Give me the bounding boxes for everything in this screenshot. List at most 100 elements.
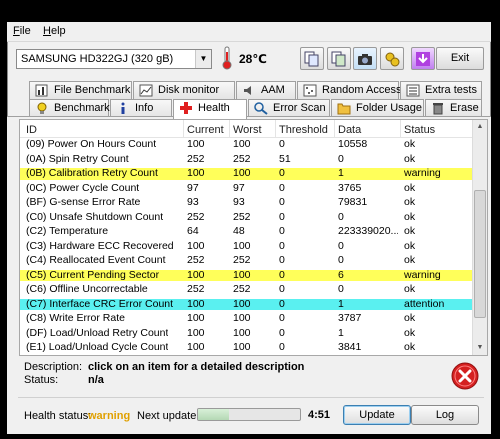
tab-benchmark[interactable]: Benchmark [29,99,110,117]
health-status-value: warning [88,410,131,422]
cell-worst: 100 [233,342,251,353]
cell-status: ok [404,313,416,324]
cell-status: ok [404,153,416,165]
cell-id: (0B) Calibration Retry Count [26,168,158,179]
table-row[interactable]: (C0) Unsafe Shutdown Count 252 252 0 0 ok [20,212,473,224]
scroll-down-icon[interactable]: ▼ [473,341,487,355]
screenshot-button[interactable] [353,47,377,70]
cell-current: 100 [187,139,205,150]
copy-all-button[interactable] [327,47,351,70]
menu-file[interactable]: File [13,25,31,37]
cell-threshold: 0 [279,269,285,281]
update-button[interactable]: Update [343,405,411,425]
cell-threshold: 0 [279,342,285,353]
cell-status: ok [404,182,416,194]
cell-current: 252 [187,255,205,266]
cell-current: 93 [187,197,199,208]
cell-worst: 252 [233,153,251,165]
tab-extra-tests[interactable]: Extra tests [400,81,482,99]
log-button[interactable]: Log [411,405,479,425]
cell-current: 252 [187,284,205,295]
exit-button[interactable]: Exit [436,47,484,70]
cell-status: ok [404,284,416,295]
table-row[interactable]: (C4) Reallocated Event Count 252 252 0 0 ok [20,255,473,267]
column-header-id[interactable]: ID [26,124,37,136]
cell-id: (C5) Current Pending Sector [26,269,160,281]
cell-data: 1 [338,168,344,179]
tab-disk-monitor[interactable]: Disk monitor [133,81,235,99]
table-row[interactable]: (C3) Hardware ECC Recovered 100 100 0 0 ok [20,241,473,253]
table-row[interactable]: (0C) Power Cycle Count 97 97 0 3765 ok [20,183,473,195]
table-row[interactable]: (C2) Temperature 64 48 0 223339020... ok [20,226,473,238]
tools-icon [385,52,400,67]
table-row[interactable]: (0A) Spin Retry Count 252 252 51 0 ok [20,154,473,166]
tab-error-scan[interactable]: Error Scan [248,99,330,117]
column-separator [229,120,230,138]
cell-data: 0 [338,211,344,223]
column-header-worst[interactable]: Worst [233,124,262,136]
cell-worst: 100 [233,139,251,150]
tab-file-benchmark[interactable]: File Benchmark [29,81,132,99]
download-button[interactable] [411,47,435,70]
cell-worst: 100 [233,327,251,339]
column-header-status[interactable]: Status [404,124,435,136]
cell-threshold: 0 [279,168,285,179]
cell-current: 64 [187,226,199,237]
tab-random-access[interactable]: Random Access [297,81,401,99]
tab-aam[interactable]: AAM [236,81,296,99]
cell-worst: 100 [233,298,251,310]
table-row[interactable]: (09) Power On Hours Count 100 100 0 10558 ok [20,139,473,151]
scroll-thumb[interactable] [474,190,486,318]
cell-worst: 100 [233,168,251,179]
column-header-current[interactable]: Current [187,124,224,136]
table-row[interactable]: (C6) Offline Uncorrectable 252 252 0 0 ok [20,284,473,296]
table-row[interactable]: (BF) G-sense Error Rate 93 93 0 79831 ok [20,197,473,209]
tab-erase[interactable]: Erase [425,99,482,117]
cell-current: 97 [187,182,199,194]
copy-icon [304,51,319,67]
tab-row-bottom: Benchmark Info Health Error Scan Folder … [7,99,491,119]
table-row[interactable]: (C5) Current Pending Sector 100 100 0 6 warni… [20,269,473,281]
cell-id: (E1) Load/Unload Cycle Count [26,342,169,353]
tab-health[interactable]: Health [173,99,247,119]
column-header-data[interactable]: Data [338,124,361,136]
drive-select[interactable]: SAMSUNG HD322GJ (320 gB) ▼ [16,49,212,69]
column-header-threshold[interactable]: Threshold [279,124,328,136]
toolbar: SAMSUNG HD322GJ (320 gB) ▼ 28℃ Exit [7,44,491,74]
vertical-scrollbar[interactable]: ▲ ▼ [472,120,487,355]
divider [18,397,484,398]
copy-button[interactable] [300,47,324,70]
scroll-up-icon[interactable]: ▲ [473,120,487,134]
tools-button[interactable] [380,47,404,70]
chevron-down-icon[interactable]: ▼ [195,50,211,68]
tab-info[interactable]: Info [110,99,172,117]
cell-id: (09) Power On Hours Count [26,139,157,150]
cell-status: ok [404,327,416,339]
cell-threshold: 0 [279,211,285,223]
cell-worst: 100 [233,240,251,252]
cell-data: 3765 [338,182,362,194]
menu-bar: File Help [7,22,491,42]
status-value: n/a [88,374,104,386]
cell-data: 0 [338,255,344,266]
cell-id: (0C) Power Cycle Count [26,182,140,194]
menu-help[interactable]: Help [43,25,66,37]
cell-current: 100 [187,168,205,179]
cell-status: ok [404,342,416,353]
table-row[interactable]: (C8) Write Error Rate 100 100 0 3787 ok [20,313,473,325]
cell-id: (C0) Unsafe Shutdown Count [26,211,164,223]
folder-usage-icon [337,103,351,115]
table-row[interactable]: (0B) Calibration Retry Count 100 100 0 1 warn… [20,168,473,180]
table-row[interactable]: (E1) Load/Unload Cycle Count 100 100 0 3841 o… [20,342,473,354]
column-separator [183,120,184,138]
table-row[interactable]: (DF) Load/Unload Retry Count 100 100 0 1 ok [20,328,473,340]
smart-table[interactable]: ID Current Worst Threshold Data Status (… [19,119,488,356]
thermometer-icon [222,46,232,70]
cell-data: 6 [338,269,344,281]
table-row[interactable]: (C7) Interface CRC Error Count 100 100 0 1 at… [20,298,473,310]
cell-current: 100 [187,327,205,339]
error-icon [451,362,479,390]
cell-data: 0 [338,284,344,295]
cell-status: ok [404,197,416,208]
tab-folder-usage[interactable]: Folder Usage [331,99,424,117]
